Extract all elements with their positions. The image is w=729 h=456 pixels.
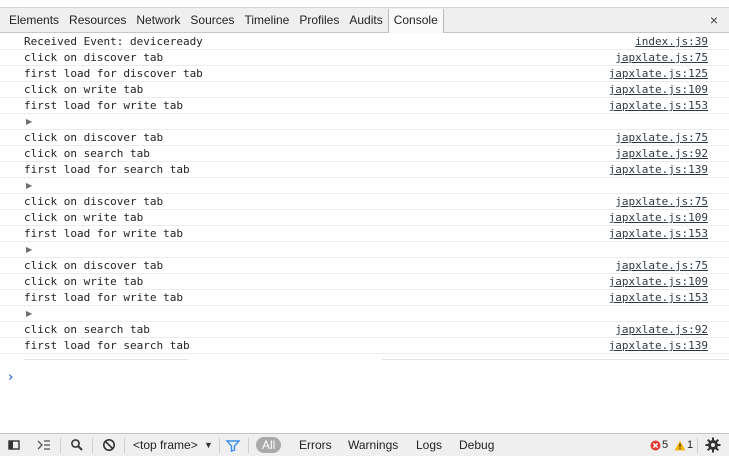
source-link[interactable]: japxlate.js:139 [609, 162, 708, 177]
search-icon[interactable] [69, 437, 85, 453]
source-link[interactable]: japxlate.js:92 [615, 322, 708, 337]
source-link[interactable]: japxlate.js:153 [609, 98, 708, 113]
console-message-row: click on write tab japxlate.js:109 [0, 210, 729, 226]
console-message-text: click on write tab [24, 211, 144, 224]
console-message-row: click on discover tab japxlate.js:75 [0, 194, 729, 210]
source-link[interactable]: japxlate.js:92 [615, 146, 708, 161]
prompt-chevron-icon: › [8, 370, 14, 385]
console-group-row[interactable]: ▶ [0, 114, 729, 130]
console-message-row: first load for search tab japxlate.js:139 [0, 162, 729, 178]
console-message-row: click on search tab japxlate.js:92 [0, 146, 729, 162]
filter-all-button[interactable]: All [256, 437, 282, 453]
console-message-text: first load for search tab [24, 163, 190, 176]
source-link[interactable]: japxlate.js:125 [609, 66, 708, 81]
console-message-row: click on search tab japxlate.js:92 [0, 322, 729, 338]
error-icon [650, 440, 661, 450]
console-message-text: first load for search tab [24, 339, 190, 352]
console-group-row[interactable]: ▶ [0, 178, 729, 194]
filter-warnings-button[interactable]: Warnings [348, 434, 398, 456]
console-message-text: click on discover tab [24, 51, 164, 64]
source-link[interactable]: japxlate.js:75 [615, 194, 708, 209]
clear-console-icon[interactable] [101, 437, 117, 453]
disclosure-triangle-icon[interactable]: ▶ [26, 178, 32, 193]
disclosure-triangle-icon[interactable]: ▶ [26, 242, 32, 257]
toolbar-divider [697, 438, 698, 453]
source-link[interactable]: japxlate.js:109 [609, 274, 708, 289]
console-message-row: click on discover tab japxlate.js:75 [0, 130, 729, 146]
devtools-tab-bar: Elements Resources Network Sources Timeline P… [0, 7, 729, 33]
tab-console[interactable]: Console [387, 9, 444, 33]
source-link[interactable]: japxlate.js:109 [609, 82, 708, 97]
source-link[interactable]: japxlate.js:153 [609, 290, 708, 305]
error-counter[interactable]: 5 [650, 434, 668, 456]
filter-errors-button[interactable]: Errors [299, 434, 332, 456]
console-message-row: click on write tab japxlate.js:109 [0, 82, 729, 98]
console-message-row: click on discover tab japxlate.js:75 [0, 258, 729, 274]
tab-resources[interactable]: Resources [64, 8, 131, 33]
disclosure-triangle-icon[interactable]: ▶ [26, 114, 32, 129]
error-count: 5 [662, 439, 669, 451]
console-message-text: click on discover tab [24, 259, 164, 272]
console-message-row: click on discover tab japxlate.js:75 [0, 50, 729, 66]
source-link[interactable]: japxlate.js:109 [609, 210, 708, 225]
toolbar-divider [219, 438, 220, 453]
console-end-divider [0, 354, 729, 366]
tab-sources[interactable]: Sources [185, 8, 239, 33]
console-message-row: first load for write tab japxlate.js:153 [0, 98, 729, 114]
source-link[interactable]: japxlate.js:153 [609, 226, 708, 241]
toolbar-divider [60, 438, 61, 453]
console-message-text: first load for discover tab [24, 67, 203, 80]
filter-debug-button[interactable]: Debug [459, 434, 494, 456]
tab-timeline[interactable]: Timeline [239, 8, 294, 33]
console-message-row: Received Event: deviceready index.js:39 [0, 34, 729, 50]
console-message-row: first load for discover tab japxlate.js:1… [0, 66, 729, 82]
console-message-row: first load for write tab japxlate.js:153 [0, 290, 729, 306]
tab-elements[interactable]: Elements [4, 8, 64, 33]
filter-logs-button[interactable]: Logs [416, 434, 442, 456]
disclosure-triangle-icon[interactable]: ▶ [26, 306, 32, 321]
warning-count: 1 [687, 439, 694, 451]
source-link[interactable]: japxlate.js:75 [615, 50, 708, 65]
console-messages: Received Event: deviceready index.js:39 cl… [0, 34, 729, 434]
source-link[interactable]: index.js:39 [635, 34, 708, 49]
console-message-text: click on discover tab [24, 131, 164, 144]
console-message-text: click on write tab [24, 83, 144, 96]
tab-network[interactable]: Network [131, 8, 185, 33]
console-status-bar: <top frame> ▼ All Errors Warnings Logs D… [0, 433, 729, 456]
toolbar-divider [248, 438, 249, 453]
dock-side-icon[interactable] [6, 437, 22, 453]
show-drawer-icon[interactable] [36, 437, 52, 453]
console-message-text: first load for write tab [24, 291, 183, 304]
toolbar-divider [124, 438, 125, 453]
console-message-row: first load for write tab japxlate.js:153 [0, 226, 729, 242]
console-message-text: first load for write tab [24, 227, 183, 240]
source-link[interactable]: japxlate.js:75 [615, 130, 708, 145]
gear-icon[interactable] [705, 437, 721, 453]
warning-icon [674, 440, 686, 450]
console-message-text: click on search tab [24, 323, 150, 336]
console-message-text: Received Event: deviceready [24, 35, 203, 48]
console-message-text: click on discover tab [24, 195, 164, 208]
toolbar-divider [92, 438, 93, 453]
console-group-row[interactable]: ▶ [0, 242, 729, 258]
warning-counter[interactable]: 1 [674, 434, 693, 456]
source-link[interactable]: japxlate.js:139 [609, 338, 708, 353]
tab-audits[interactable]: Audits [344, 8, 387, 33]
chevron-down-icon[interactable]: ▼ [204, 434, 213, 456]
close-icon[interactable]: × [707, 12, 721, 28]
console-message-row: click on write tab japxlate.js:109 [0, 274, 729, 290]
console-group-row[interactable]: ▶ [0, 306, 729, 322]
console-message-text: click on write tab [24, 275, 144, 288]
console-message-row: first load for search tab japxlate.js:139 [0, 338, 729, 354]
console-message-text: first load for write tab [24, 99, 183, 112]
console-prompt[interactable]: › [0, 370, 729, 388]
tab-profiles[interactable]: Profiles [294, 8, 344, 33]
frame-select[interactable]: <top frame> [133, 434, 198, 456]
console-message-text: click on search tab [24, 147, 150, 160]
filter-icon[interactable] [225, 437, 241, 453]
source-link[interactable]: japxlate.js:75 [615, 258, 708, 273]
panel-tabs: Elements Resources Network Sources Timeline P… [4, 8, 444, 33]
